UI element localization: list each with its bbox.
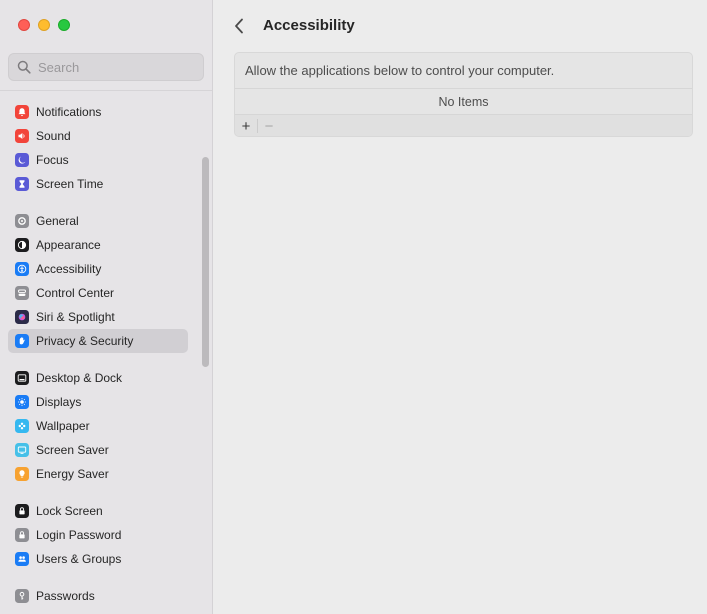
sidebar-item-users-groups[interactable]: Users & Groups bbox=[8, 547, 188, 571]
zoom-window-button[interactable] bbox=[58, 19, 70, 31]
sidebar-item-label: Energy Saver bbox=[36, 467, 109, 481]
sidebar-item-appearance[interactable]: Appearance bbox=[8, 233, 188, 257]
flower-icon bbox=[15, 419, 29, 433]
sidebar-item-accessibility[interactable]: Accessibility bbox=[8, 257, 188, 281]
sidebar-item-label: Login Password bbox=[36, 528, 122, 542]
sidebar-item-focus[interactable]: Focus bbox=[8, 148, 188, 172]
back-button[interactable] bbox=[234, 16, 248, 36]
add-app-button[interactable]: + bbox=[235, 115, 257, 136]
empty-list-text: No Items bbox=[438, 94, 489, 109]
magnifying-glass-icon bbox=[17, 60, 31, 74]
sidebar-item-label: Passwords bbox=[36, 589, 95, 603]
sidebar-item-privacy-security[interactable]: Privacy & Security bbox=[8, 329, 188, 353]
padlock-icon bbox=[15, 528, 29, 542]
siri-icon bbox=[15, 310, 29, 324]
sidebar-divider bbox=[0, 90, 212, 91]
accessibility-icon bbox=[15, 262, 29, 276]
hand-icon bbox=[15, 334, 29, 348]
screen-saver-icon bbox=[15, 443, 29, 457]
remove-app-button[interactable]: − bbox=[258, 115, 280, 136]
sidebar-item-sound[interactable]: Sound bbox=[8, 124, 188, 148]
sidebar-item-label: Screen Time bbox=[36, 177, 104, 191]
sidebar-group: Notifications Sound Focus Screen Time bbox=[0, 100, 200, 196]
moon-icon bbox=[15, 153, 29, 167]
sidebar-item-label: Accessibility bbox=[36, 262, 102, 276]
gear-icon bbox=[15, 214, 29, 228]
sidebar-item-label: Desktop & Dock bbox=[36, 371, 123, 385]
window-controls bbox=[18, 19, 70, 31]
list-toolbar: + − bbox=[235, 114, 692, 136]
sidebar-item-desktop-dock[interactable]: Desktop & Dock bbox=[8, 366, 188, 390]
sidebar-item-lock-screen[interactable]: Lock Screen bbox=[8, 499, 188, 523]
sidebar-group: Desktop & Dock Displays Wallpaper Screen… bbox=[0, 366, 200, 486]
control-center-icon bbox=[15, 286, 29, 300]
sidebar-item-label: General bbox=[36, 214, 79, 228]
sidebar-item-wallpaper[interactable]: Wallpaper bbox=[8, 414, 188, 438]
sidebar-item-label: Sound bbox=[36, 129, 71, 143]
key-icon bbox=[15, 589, 29, 603]
sidebar-item-displays[interactable]: Displays bbox=[8, 390, 188, 414]
sidebar-item-label: Screen Saver bbox=[36, 443, 109, 457]
dock-icon bbox=[15, 371, 29, 385]
sidebar-item-label: Control Center bbox=[36, 286, 115, 300]
main-content: Accessibility Allow the applications bel… bbox=[214, 0, 707, 614]
sidebar-nav: Notifications Sound Focus Screen Time Ge… bbox=[0, 100, 200, 614]
appearance-icon bbox=[15, 238, 29, 252]
sidebar-item-label: Displays bbox=[36, 395, 82, 409]
sidebar-item-label: Lock Screen bbox=[36, 504, 103, 518]
apps-list[interactable]: No Items bbox=[235, 89, 692, 114]
sidebar-item-notifications[interactable]: Notifications bbox=[8, 100, 188, 124]
accessibility-apps-panel: Allow the applications below to control … bbox=[234, 52, 693, 137]
lock-icon bbox=[15, 504, 29, 518]
sidebar-item-general[interactable]: General bbox=[8, 209, 188, 233]
sidebar-item-label: Wallpaper bbox=[36, 419, 90, 433]
bell-icon bbox=[15, 105, 29, 119]
chevron-left-icon bbox=[235, 18, 243, 34]
sidebar-scrollbar[interactable] bbox=[202, 157, 209, 367]
sidebar-item-control-center[interactable]: Control Center bbox=[8, 281, 188, 305]
sidebar-item-screen-saver[interactable]: Screen Saver bbox=[8, 438, 188, 462]
sidebar-item-energy-saver[interactable]: Energy Saver bbox=[8, 462, 188, 486]
sidebar-item-label: Appearance bbox=[36, 238, 101, 252]
sidebar-item-login-password[interactable]: Login Password bbox=[8, 523, 188, 547]
search-field[interactable] bbox=[8, 53, 204, 81]
sidebar-item-label: Users & Groups bbox=[36, 552, 122, 566]
close-window-button[interactable] bbox=[18, 19, 30, 31]
minimize-window-button[interactable] bbox=[38, 19, 50, 31]
sidebar-item-label: Notifications bbox=[36, 105, 102, 119]
sidebar-item-siri-spotlight[interactable]: Siri & Spotlight bbox=[8, 305, 188, 329]
search-input[interactable] bbox=[38, 59, 198, 75]
page-title: Accessibility bbox=[263, 17, 355, 34]
sidebar-item-label: Siri & Spotlight bbox=[36, 310, 115, 324]
sidebar-group: General Appearance Accessibility Control… bbox=[0, 209, 200, 353]
sun-icon bbox=[15, 395, 29, 409]
sidebar-group: Lock Screen Login Password Users & Group… bbox=[0, 499, 200, 571]
hourglass-icon bbox=[15, 177, 29, 191]
panel-description: Allow the applications below to control … bbox=[235, 53, 692, 89]
users-icon bbox=[15, 552, 29, 566]
sidebar-group: Passwords bbox=[0, 584, 200, 608]
sidebar-item-passwords[interactable]: Passwords bbox=[8, 584, 188, 608]
sidebar: Notifications Sound Focus Screen Time bbox=[0, 0, 213, 614]
sidebar-item-label: Privacy & Security bbox=[36, 334, 134, 348]
sidebar-item-screen-time[interactable]: Screen Time bbox=[8, 172, 188, 196]
speaker-icon bbox=[15, 129, 29, 143]
sidebar-item-label: Focus bbox=[36, 153, 69, 167]
lightbulb-icon bbox=[15, 467, 29, 481]
